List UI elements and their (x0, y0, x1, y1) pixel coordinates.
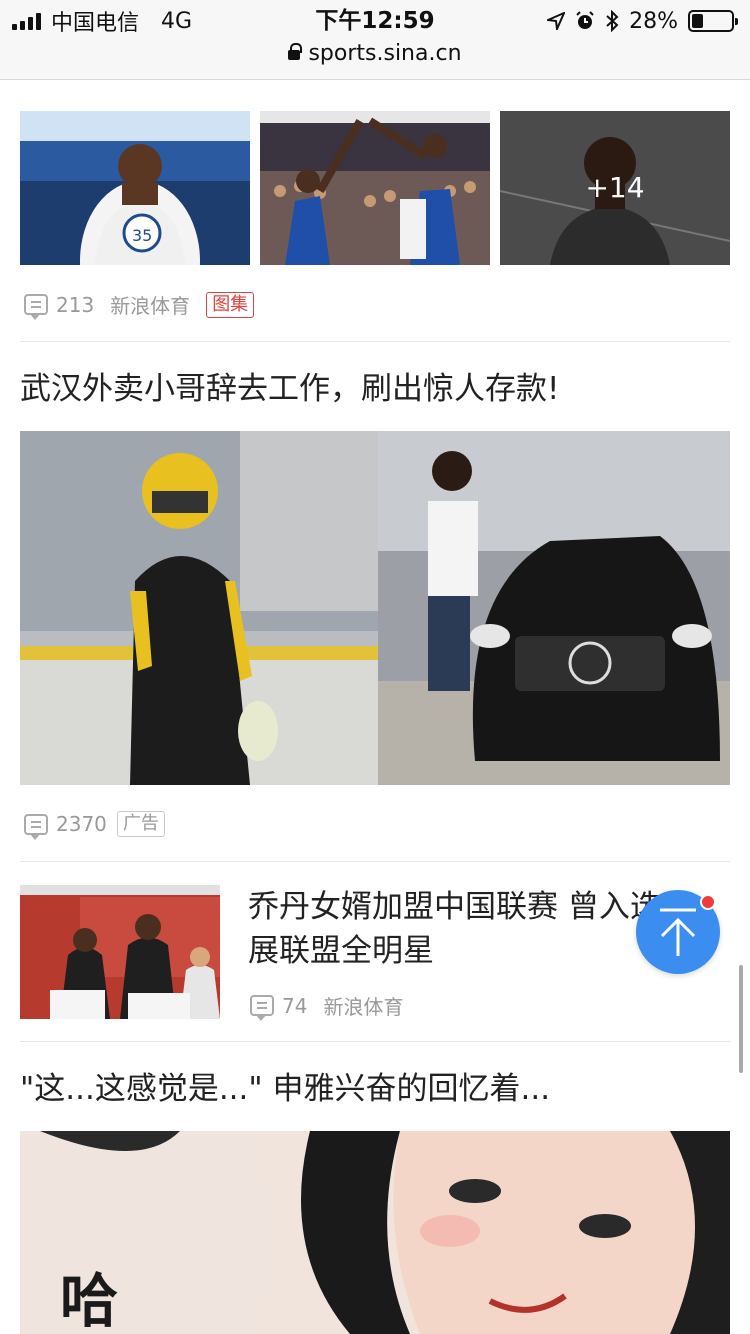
high-five-photo (260, 111, 490, 265)
bluetooth-icon (606, 10, 619, 32)
ad-title[interactable]: 武汉外卖小哥辞去工作，刷出惊人存款! (20, 369, 559, 409)
comment-icon (24, 294, 48, 320)
comment-count: 213 (56, 292, 95, 317)
battery-percent: 28% (629, 8, 678, 34)
gallery-thumb-3[interactable]: +14 (500, 111, 730, 265)
player-photo: 35 (20, 111, 250, 265)
svg-text:35: 35 (132, 226, 152, 245)
ad-photo (20, 431, 730, 785)
gallery-thumb-1[interactable]: 35 (20, 111, 250, 265)
status-bar: 中国电信 4G 下午12:59 28% sports.sina.cn (0, 0, 750, 80)
divider (20, 341, 730, 342)
location-icon (547, 12, 566, 30)
scrollbar[interactable] (739, 965, 743, 1073)
ad-image[interactable] (20, 431, 730, 785)
gallery-thumb-2[interactable] (260, 111, 490, 265)
address-bar[interactable]: sports.sina.cn (0, 40, 750, 68)
comment-icon (250, 995, 274, 1021)
svg-text:哈: 哈 (60, 1267, 118, 1334)
item3-meta: 74 新浪体育 (250, 991, 404, 1021)
news-thumb[interactable] (20, 885, 220, 1019)
notification-dot (700, 894, 716, 910)
battery-icon (688, 10, 738, 32)
ad-tag: 广告 (116, 811, 165, 837)
status-right: 28% (547, 6, 738, 36)
comic-title[interactable]: "这...这感觉是..." 申雅兴奋的回忆着... (20, 1069, 550, 1109)
lock-icon (288, 43, 303, 60)
comic-illustration: 哈 (20, 1131, 730, 1334)
gallery-tag: 图集 (206, 291, 255, 318)
item1-meta: 213 新浪体育 图集 (24, 290, 255, 320)
comic-image[interactable]: 哈 (20, 1131, 730, 1334)
url-text: sports.sina.cn (308, 41, 462, 66)
source-label: 新浪体育 (323, 995, 404, 1019)
gallery-more-count: +14 (585, 171, 645, 204)
source-label: 新浪体育 (110, 294, 191, 318)
item2-meta: 2370 广告 (24, 811, 165, 840)
divider (20, 1041, 730, 1042)
news-photo (20, 885, 220, 1019)
comment-icon (24, 813, 48, 840)
comment-count: 2370 (56, 812, 107, 836)
alarm-icon (576, 11, 594, 29)
divider (20, 861, 730, 862)
battery-level (692, 14, 703, 28)
comment-count: 74 (282, 993, 308, 1018)
